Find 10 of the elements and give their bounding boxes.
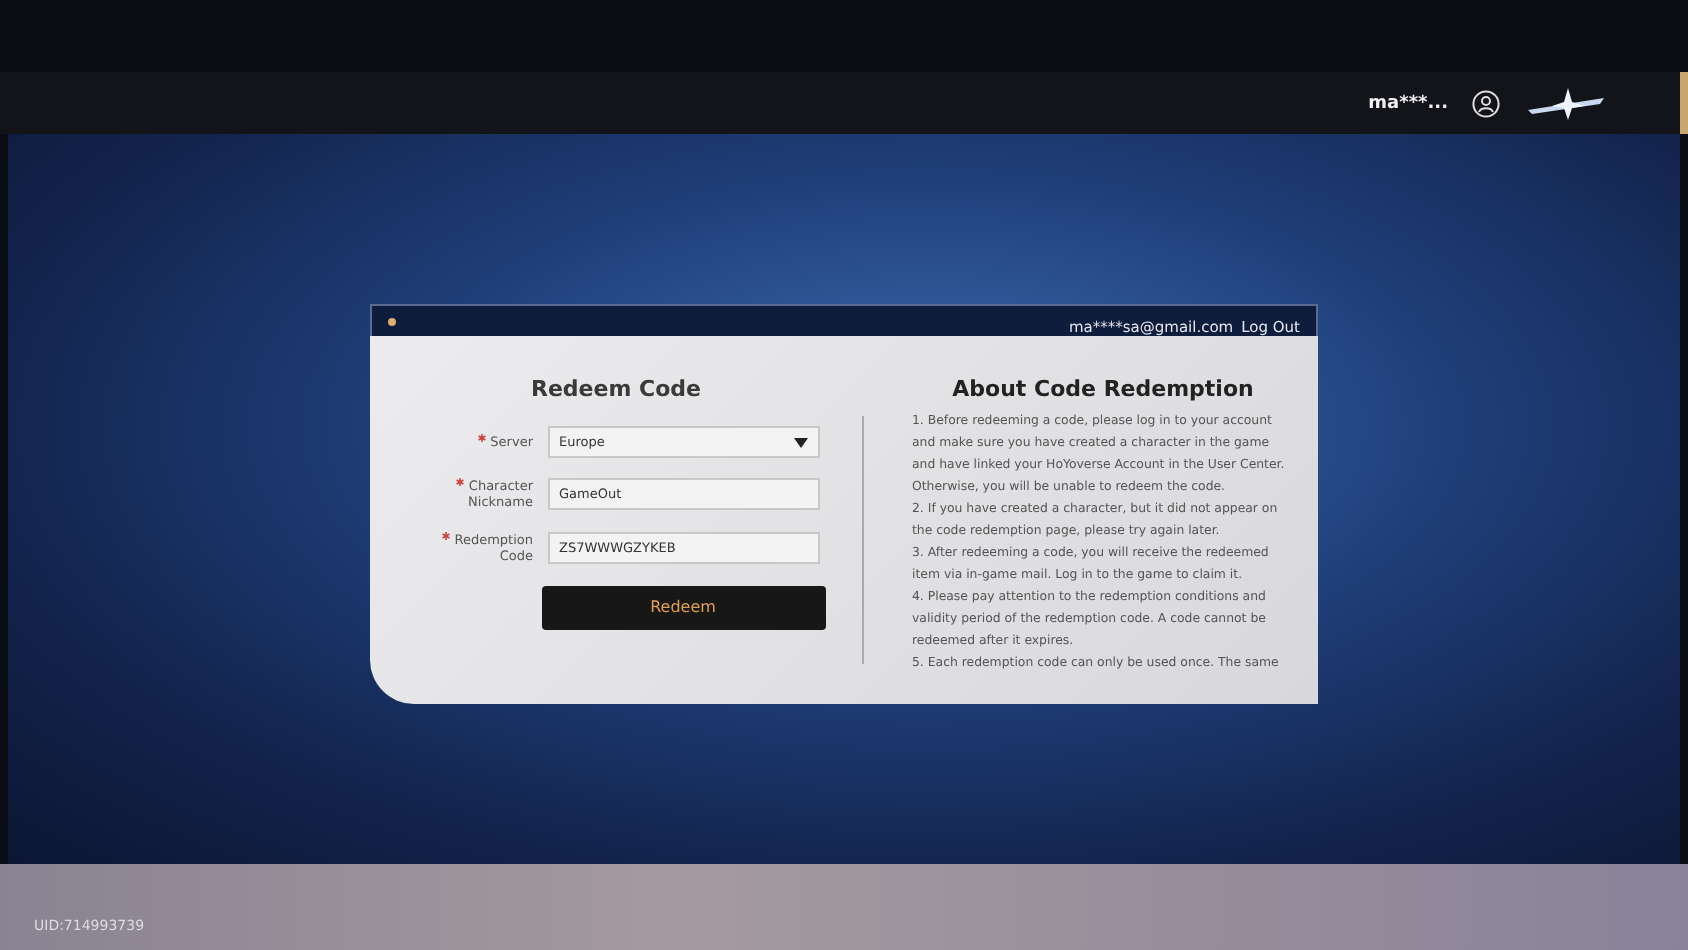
about-title: About Code Redemption [950,376,1256,402]
username: ma***... [1368,93,1448,113]
required-icon [478,433,487,442]
user-icon[interactable] [1472,89,1500,117]
required-icon [442,531,451,540]
form-title: Redeem Code [531,376,701,402]
caret-icon [793,437,807,447]
required-icon [456,478,465,486]
redeem-button[interactable]: Redeem [541,585,825,630]
dot-icon [388,317,396,325]
